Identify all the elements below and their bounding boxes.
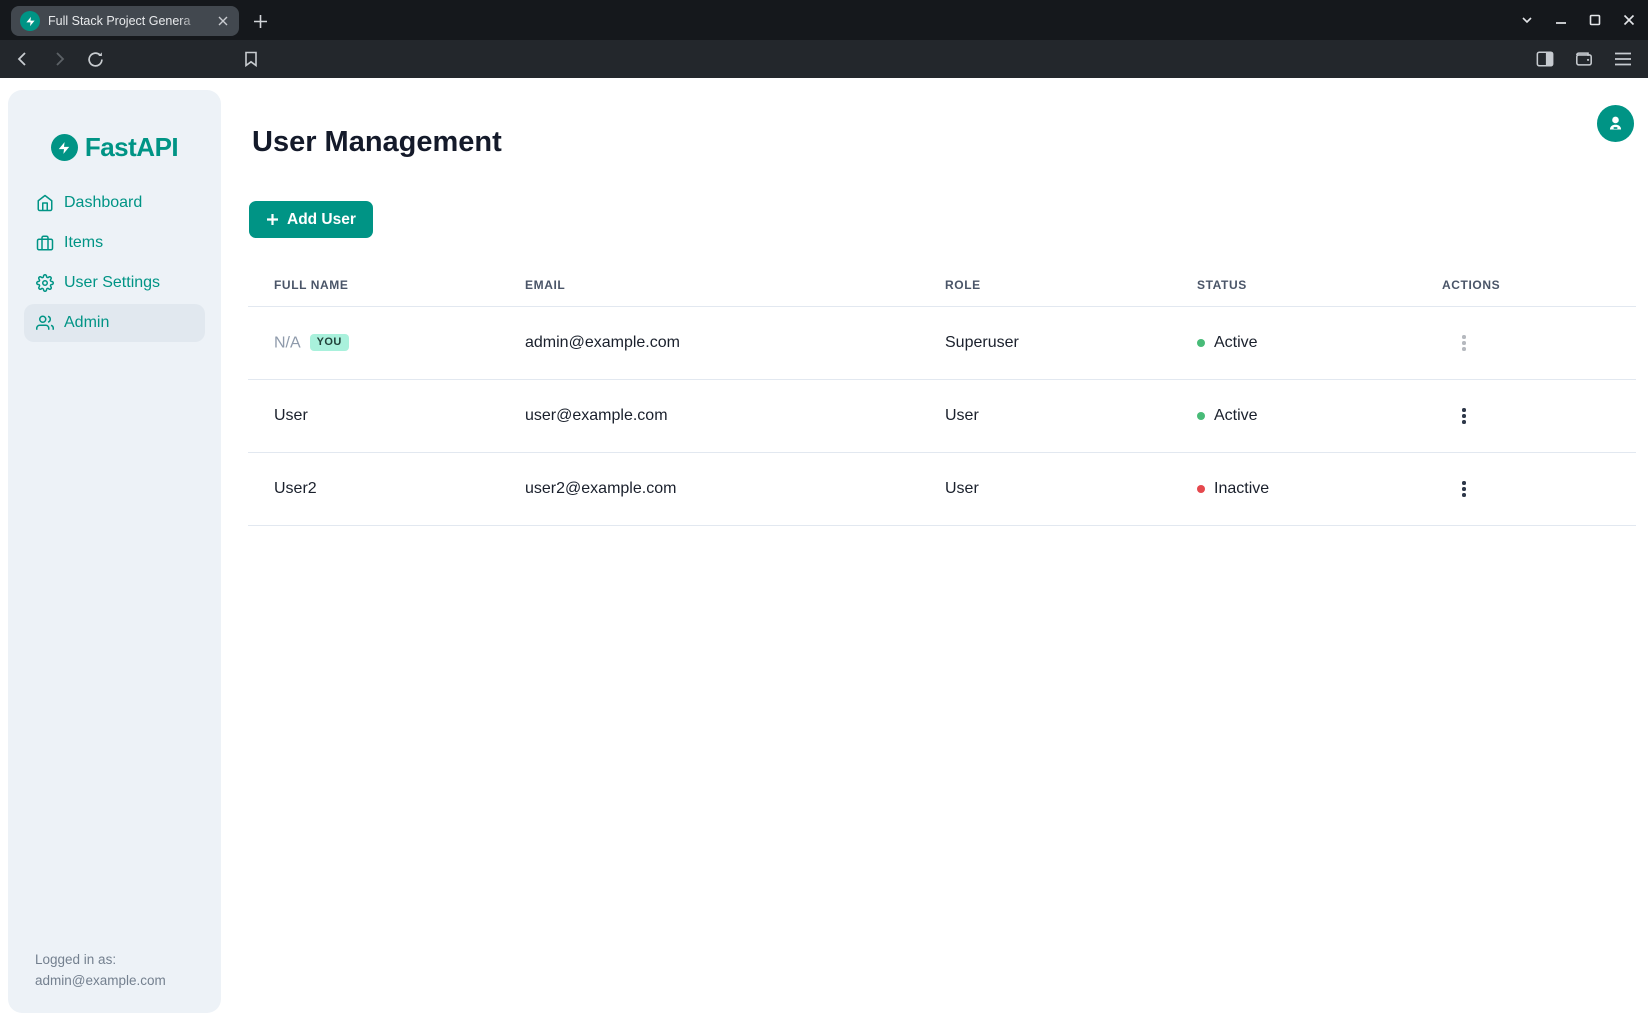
forward-icon[interactable] bbox=[48, 48, 70, 70]
logged-in-as: Logged in as: admin@example.com bbox=[35, 949, 166, 991]
sidebar-menu: Dashboard Items User Settings Admin bbox=[24, 184, 205, 342]
table-row: User2 user2@example.com User Inactive bbox=[248, 453, 1636, 526]
cell-email: user@example.com bbox=[525, 407, 945, 425]
browser-toolbar: i localhost/admin 1 bbox=[0, 40, 1648, 78]
cell-actions bbox=[1442, 475, 1636, 503]
users-table: FULL NAME EMAIL ROLE STATUS ACTIONS N/A Y… bbox=[248, 264, 1636, 526]
new-tab-button[interactable] bbox=[246, 7, 274, 35]
sidebar-item-dashboard[interactable]: Dashboard bbox=[24, 184, 205, 222]
table-row: N/A YOU admin@example.com Superuser Activ… bbox=[248, 307, 1636, 380]
tab-search-chevron-down-icon[interactable] bbox=[1520, 13, 1534, 27]
cell-role: User bbox=[945, 480, 1197, 498]
cell-actions bbox=[1442, 329, 1636, 357]
maximize-icon[interactable] bbox=[1588, 13, 1602, 27]
menu-icon[interactable] bbox=[1612, 48, 1634, 70]
sidebar-item-user-settings[interactable]: User Settings bbox=[24, 264, 205, 302]
logo-text: FastAPI bbox=[85, 132, 178, 163]
briefcase-icon bbox=[36, 234, 54, 252]
sidebar-item-label: User Settings bbox=[64, 274, 160, 292]
column-header-status: STATUS bbox=[1197, 278, 1442, 292]
full-name-text: User bbox=[274, 407, 308, 424]
sidebar-item-items[interactable]: Items bbox=[24, 224, 205, 262]
back-icon[interactable] bbox=[12, 48, 34, 70]
users-icon bbox=[36, 314, 54, 332]
close-icon[interactable] bbox=[1622, 13, 1636, 27]
row-actions-menu-icon[interactable] bbox=[1450, 402, 1478, 430]
add-user-button[interactable]: Add User bbox=[249, 201, 373, 238]
status-dot bbox=[1197, 339, 1205, 347]
tab-title: Full Stack Project Genera bbox=[48, 14, 207, 28]
status-dot bbox=[1197, 412, 1205, 420]
tab-close-icon[interactable] bbox=[215, 13, 231, 29]
table-header-row: FULL NAME EMAIL ROLE STATUS ACTIONS bbox=[248, 264, 1636, 307]
sidebar-item-admin[interactable]: Admin bbox=[24, 304, 205, 342]
cell-email: admin@example.com bbox=[525, 334, 945, 352]
status-text: Active bbox=[1214, 334, 1258, 352]
bookmark-icon[interactable] bbox=[240, 48, 262, 70]
fastapi-logo: FastAPI bbox=[8, 132, 221, 163]
cell-role: Superuser bbox=[945, 334, 1197, 352]
fastapi-bolt-icon bbox=[51, 134, 78, 161]
cell-status: Inactive bbox=[1197, 480, 1442, 498]
cell-status: Active bbox=[1197, 407, 1442, 425]
logged-in-email: admin@example.com bbox=[35, 970, 166, 991]
wallet-icon[interactable] bbox=[1573, 48, 1595, 70]
table-row: User user@example.com User Active bbox=[248, 380, 1636, 453]
status-dot bbox=[1197, 485, 1205, 493]
column-header-full-name: FULL NAME bbox=[248, 278, 525, 292]
status-text: Active bbox=[1214, 407, 1258, 425]
column-header-email: EMAIL bbox=[525, 278, 945, 292]
fastapi-favicon-icon bbox=[20, 11, 40, 31]
sidebar-item-label: Admin bbox=[64, 314, 109, 332]
cell-actions bbox=[1442, 402, 1636, 430]
cell-status: Active bbox=[1197, 334, 1442, 352]
reload-icon[interactable] bbox=[84, 48, 106, 70]
sidebar-panel-icon[interactable] bbox=[1534, 48, 1556, 70]
minimize-icon[interactable] bbox=[1554, 13, 1568, 27]
row-actions-menu-icon[interactable] bbox=[1450, 475, 1478, 503]
cell-full-name: User bbox=[248, 407, 525, 425]
user-avatar-icon bbox=[1606, 114, 1625, 133]
user-avatar-button[interactable] bbox=[1597, 105, 1634, 142]
browser-titlebar: Full Stack Project Genera bbox=[0, 0, 1648, 40]
status-text: Inactive bbox=[1214, 480, 1269, 498]
plus-icon bbox=[266, 213, 279, 226]
column-header-actions: ACTIONS bbox=[1442, 278, 1636, 292]
column-header-role: ROLE bbox=[945, 278, 1197, 292]
page-title: User Management bbox=[252, 126, 502, 159]
gear-icon bbox=[36, 274, 54, 292]
browser-tab[interactable]: Full Stack Project Genera bbox=[11, 6, 239, 36]
full-name-text: N/A bbox=[274, 334, 301, 351]
logged-in-label: Logged in as: bbox=[35, 949, 166, 970]
add-user-label: Add User bbox=[287, 211, 356, 229]
sidebar-item-label: Items bbox=[64, 234, 103, 252]
row-actions-menu-icon[interactable] bbox=[1450, 329, 1478, 357]
you-badge: YOU bbox=[310, 334, 349, 351]
cell-role: User bbox=[945, 407, 1197, 425]
sidebar-item-label: Dashboard bbox=[64, 194, 142, 212]
cell-full-name: N/A YOU bbox=[248, 334, 525, 353]
browser-window: Full Stack Project Genera bbox=[0, 0, 1648, 1025]
cell-full-name: User2 bbox=[248, 480, 525, 498]
app-content: FastAPI Dashboard Items User Settings A bbox=[0, 78, 1648, 1025]
sidebar: FastAPI Dashboard Items User Settings A bbox=[8, 90, 221, 1013]
full-name-text: User2 bbox=[274, 480, 317, 497]
home-icon bbox=[36, 194, 54, 212]
cell-email: user2@example.com bbox=[525, 480, 945, 498]
